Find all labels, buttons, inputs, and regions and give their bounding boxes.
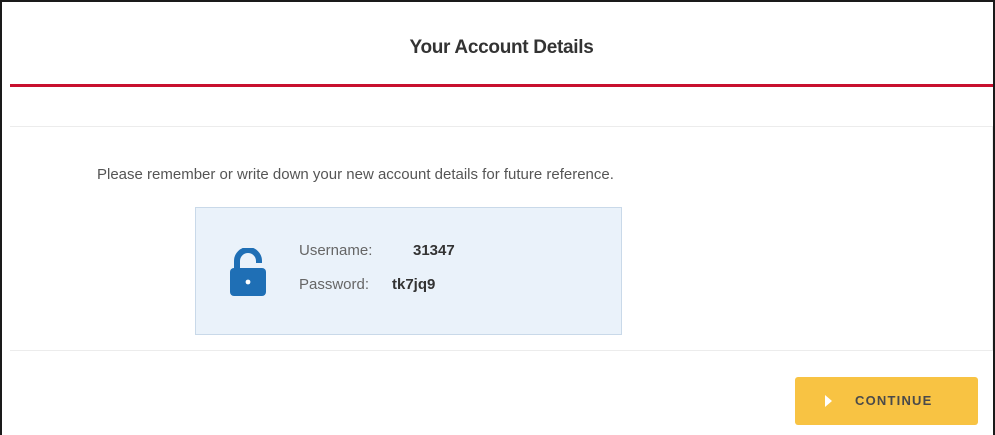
credentials-box: Username: 31347 Password: tk7jq9	[195, 207, 622, 335]
username-label: Username:	[299, 242, 373, 259]
page-title: Your Account Details	[409, 37, 594, 58]
unlock-icon	[230, 248, 266, 296]
play-arrow-icon	[825, 395, 832, 407]
password-row: Password: tk7jq9	[299, 276, 435, 293]
password-label: Password:	[299, 276, 370, 293]
page-frame: Your Account Details Please remember or …	[0, 0, 995, 435]
username-row: Username: 31347	[299, 242, 455, 259]
continue-label: CONTINUE	[855, 393, 933, 408]
intro-text: Please remember or write down your new a…	[97, 166, 614, 183]
account-details-panel: Please remember or write down your new a…	[10, 126, 993, 351]
page-header: Your Account Details	[10, 4, 993, 87]
password-value: tk7jq9	[392, 276, 436, 293]
continue-button[interactable]: CONTINUE	[795, 377, 978, 425]
username-value: 31347	[413, 242, 455, 259]
